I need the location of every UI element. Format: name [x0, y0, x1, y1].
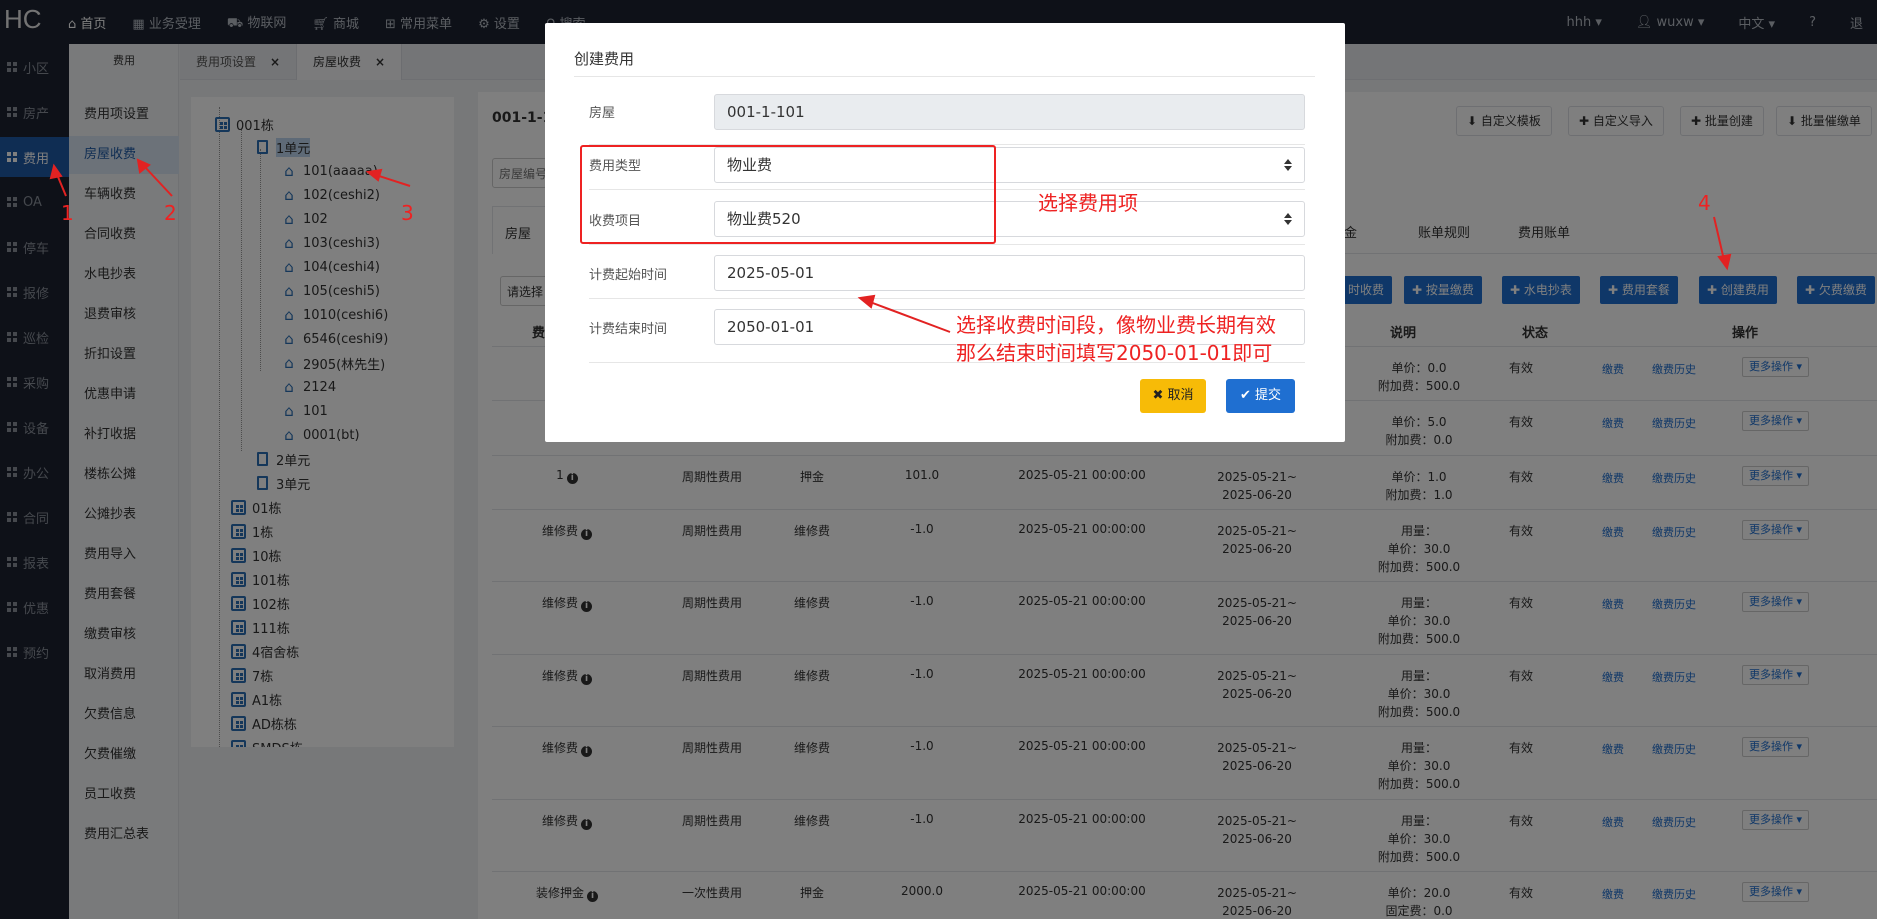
annotation-arrow-3 [375, 174, 411, 187]
annotation-arrow-4-head [1717, 253, 1732, 271]
annotation-arrow-4 [1713, 216, 1725, 261]
annotation-arrow-5-head [857, 294, 876, 309]
annotation-arrows [49, 158, 1732, 333]
annotation-arrow-5 [869, 301, 951, 333]
annotation-arrow-1-head [49, 163, 63, 180]
annotation-arrow-2 [143, 165, 173, 197]
annotation-arrow-3-head [365, 168, 383, 182]
